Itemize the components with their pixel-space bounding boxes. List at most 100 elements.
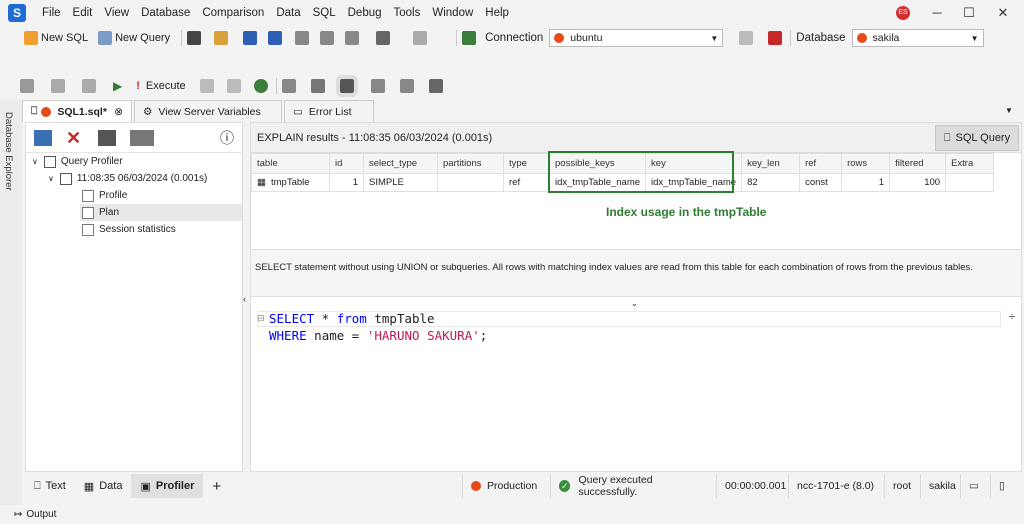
tabs-overflow-icon[interactable]: ▼ xyxy=(1005,106,1013,115)
format-icon[interactable] xyxy=(370,79,385,93)
cell-type[interactable]: ref xyxy=(503,173,550,192)
maximize-icon[interactable]: ☐ xyxy=(954,0,984,26)
database-explorer-tab[interactable]: Database Explorer xyxy=(3,112,14,191)
sql-operator: * xyxy=(314,311,337,326)
new-session-icon[interactable] xyxy=(34,129,52,146)
undo-icon[interactable] xyxy=(376,31,391,45)
db-compare-icon[interactable] xyxy=(51,79,65,93)
compare-icon[interactable] xyxy=(98,129,116,146)
status-message-text: Query executed successfully. xyxy=(578,474,653,498)
cell-ref[interactable]: const xyxy=(799,173,843,192)
paste-icon[interactable] xyxy=(345,31,360,45)
plug-icon[interactable] xyxy=(739,31,754,45)
chevron-down-icon[interactable]: ∨ xyxy=(48,174,54,183)
chevron-down-icon[interactable]: ∨ xyxy=(32,157,38,166)
cell-partitions[interactable] xyxy=(437,173,504,192)
tab-error-list[interactable]: ▭ Error List xyxy=(284,100,374,122)
info-icon[interactable]: ⓘ xyxy=(220,128,234,148)
fold-icon[interactable]: ⊟ xyxy=(257,313,265,324)
redo-icon[interactable] xyxy=(413,31,428,45)
menu-debug[interactable]: Debug xyxy=(342,0,388,26)
save-icon[interactable] xyxy=(243,31,258,45)
execute-button[interactable]: ! Execute xyxy=(132,75,189,97)
profiler-icon[interactable] xyxy=(310,79,325,93)
sql-query-button[interactable]: ⎕ SQL Query xyxy=(935,125,1019,151)
output-icon: ↦ xyxy=(14,509,23,520)
layout-bottom-icon[interactable]: ▭ xyxy=(960,474,990,498)
close-tab-icon[interactable]: ⊗ xyxy=(114,106,123,118)
cell-table[interactable]: ▦ tmpTable xyxy=(251,173,330,192)
cell-key-len[interactable]: 82 xyxy=(741,173,801,192)
splitter-chevron-icon[interactable]: ⌄ xyxy=(631,299,638,308)
plan-icon[interactable] xyxy=(335,75,358,97)
tab-text[interactable]: ⎕ Text xyxy=(25,474,75,498)
col-header[interactable]: Extra xyxy=(945,153,995,174)
col-header[interactable]: type xyxy=(503,153,550,174)
col-header[interactable]: partitions xyxy=(437,153,504,174)
copy-icon[interactable] xyxy=(320,31,335,45)
open-icon[interactable] xyxy=(187,31,202,45)
col-header[interactable]: key_len xyxy=(741,153,801,174)
sql-editor[interactable]: ⊟ SELECT * from tmpTable WHERE name = 'H… xyxy=(251,309,1021,471)
menu-edit[interactable]: Edit xyxy=(67,0,99,26)
save-all-icon[interactable] xyxy=(268,31,283,45)
explain-icon[interactable] xyxy=(281,79,296,93)
menu-sql[interactable]: SQL xyxy=(307,0,342,26)
cut-icon[interactable] xyxy=(295,31,310,45)
menu-file[interactable]: File xyxy=(36,0,67,26)
disconnect-icon[interactable] xyxy=(768,31,783,45)
tree-node-query-profiler[interactable]: ∨ Query Profiler xyxy=(32,153,242,170)
menu-view[interactable]: View xyxy=(98,0,135,26)
new-query-button[interactable]: New Query xyxy=(94,27,174,49)
output-tab[interactable]: Output xyxy=(26,509,56,520)
col-header[interactable]: table xyxy=(251,153,330,174)
menu-comparison[interactable]: Comparison xyxy=(196,0,270,26)
options-icon[interactable] xyxy=(428,79,443,93)
cell-filtered[interactable]: 100 xyxy=(889,173,947,192)
tab-data[interactable]: ▦ Data xyxy=(75,474,132,498)
connection-dropdown[interactable]: ubuntu ▼ xyxy=(549,29,724,47)
cell-select-type[interactable]: SIMPLE xyxy=(363,173,438,192)
database-dropdown[interactable]: sakila ▼ xyxy=(851,29,984,47)
minimize-icon[interactable]: ─ xyxy=(922,0,952,26)
layout-icon[interactable] xyxy=(399,79,414,93)
cell-id[interactable]: 1 xyxy=(329,173,364,192)
tree-node-session-statistics[interactable]: Session statistics xyxy=(82,221,242,238)
col-header[interactable]: id xyxy=(329,153,364,174)
folder-icon[interactable] xyxy=(214,31,229,45)
menu-database[interactable]: Database xyxy=(135,0,196,26)
menu-window[interactable]: Window xyxy=(426,0,479,26)
col-header[interactable]: select_type xyxy=(363,153,438,174)
split-editor-icon[interactable]: ÷ xyxy=(1009,311,1015,323)
close-icon[interactable]: ✕ xyxy=(988,0,1018,26)
col-header[interactable]: ref xyxy=(799,153,843,174)
col-header[interactable]: rows xyxy=(841,153,891,174)
cell-extra[interactable] xyxy=(945,173,995,192)
run-icon[interactable]: ▶ xyxy=(113,79,122,93)
db-icon[interactable] xyxy=(20,79,34,93)
tab-sql1[interactable]: ⎕ SQL1.sql* ⊗ xyxy=(22,100,132,122)
tree-node-plan[interactable]: Plan xyxy=(80,204,242,221)
new-sql-button[interactable]: New SQL xyxy=(20,27,92,49)
layout-right-icon[interactable]: ▯ xyxy=(990,474,1020,498)
menu-data[interactable]: Data xyxy=(270,0,306,26)
db-sync-icon[interactable] xyxy=(82,79,96,93)
menu-tools[interactable]: Tools xyxy=(388,0,427,26)
collapse-left-icon[interactable]: ‹ xyxy=(243,294,246,304)
menu-help[interactable]: Help xyxy=(479,0,515,26)
user-avatar[interactable]: ES xyxy=(896,6,910,20)
status-bar: Production ✓ Query executed successfully.… xyxy=(462,474,1022,498)
add-tab-button[interactable]: + xyxy=(203,474,230,498)
step-icon[interactable] xyxy=(199,79,214,93)
stop-icon[interactable] xyxy=(226,79,241,93)
col-header[interactable]: filtered xyxy=(889,153,947,174)
tree-node-profile[interactable]: Profile xyxy=(82,187,242,204)
tree-node-session[interactable]: ∨ 11:08:35 06/03/2024 (0.001s) xyxy=(48,170,242,187)
connect-icon[interactable] xyxy=(462,31,477,45)
cell-rows[interactable]: 1 xyxy=(841,173,891,192)
delete-icon[interactable]: ✕ xyxy=(66,129,84,147)
history-icon[interactable] xyxy=(253,79,268,93)
tab-server-variables[interactable]: ⚙ View Server Variables xyxy=(134,100,282,122)
tab-profiler[interactable]: ▣ Profiler xyxy=(131,474,204,498)
settings-dropdown-icon[interactable] xyxy=(130,129,154,146)
